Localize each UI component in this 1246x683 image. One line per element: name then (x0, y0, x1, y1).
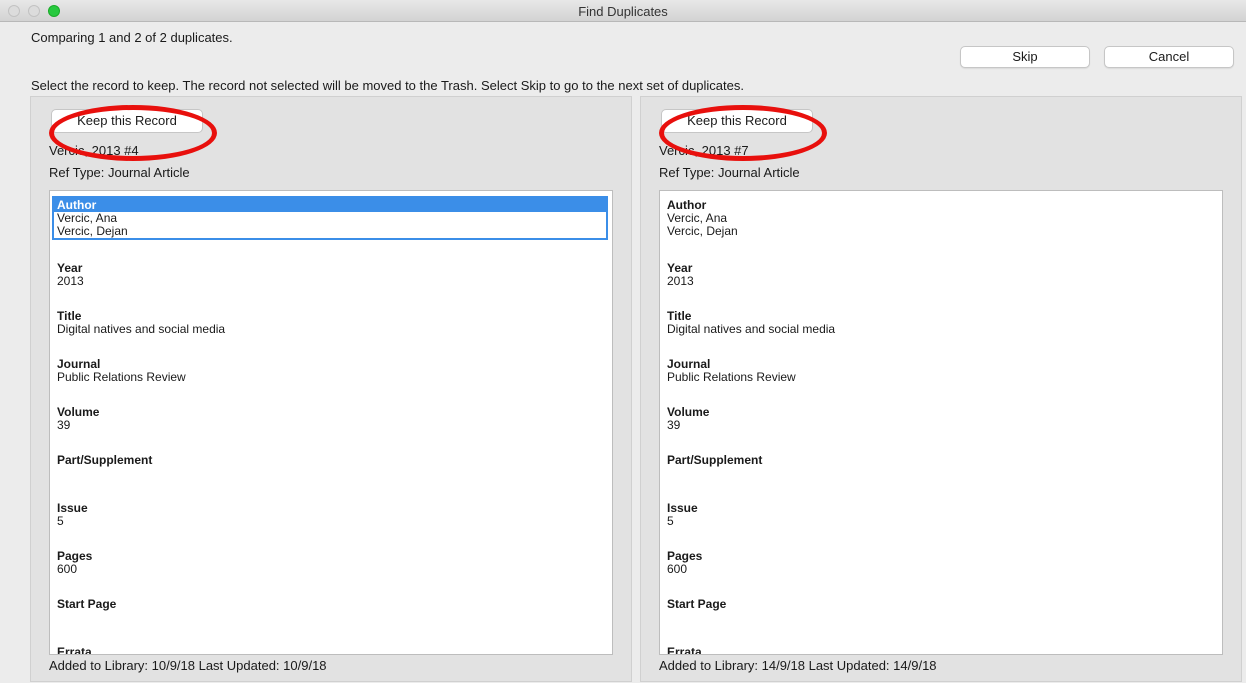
field-label: Issue (57, 501, 88, 515)
field-part-supplement[interactable]: Part/Supplement (667, 454, 1217, 467)
field-value: Vercic, Ana (667, 211, 728, 225)
field-label: Start Page (667, 597, 727, 611)
field-value: Public Relations Review (57, 370, 186, 384)
field-label: Author (54, 198, 606, 212)
field-errata[interactable]: Errata (667, 646, 1217, 655)
reference-id: Vercic, 2013 #7 (659, 143, 749, 158)
comparison-status: Comparing 1 and 2 of 2 duplicates. (31, 30, 233, 45)
field-label: Errata (57, 645, 92, 655)
field-author[interactable]: Author Vercic, Ana Vercic, Dejan (52, 196, 608, 240)
field-label: Author (667, 198, 707, 212)
field-value: Vercic, Dejan (667, 224, 738, 238)
reference-id: Vercic, 2013 #4 (49, 143, 139, 158)
field-value: 39 (667, 418, 681, 432)
field-value: 2013 (667, 274, 694, 288)
field-label: Volume (57, 405, 100, 419)
field-volume[interactable]: Volume 39 (667, 406, 1217, 432)
field-value: 39 (57, 418, 71, 432)
field-label: Start Page (57, 597, 117, 611)
field-value: 5 (667, 514, 674, 528)
field-value: Digital natives and social media (667, 322, 836, 336)
title-bar: Find Duplicates (0, 0, 1246, 22)
field-author[interactable]: Author Vercic, Ana Vercic, Dejan (667, 199, 1217, 238)
field-value: Public Relations Review (667, 370, 796, 384)
field-pages[interactable]: Pages 600 (667, 550, 1217, 576)
record-dates: Added to Library: 14/9/18 Last Updated: … (659, 658, 937, 673)
record-fields-list[interactable]: Author Vercic, Ana Vercic, Dejan Year 2013 Ti… (659, 190, 1223, 655)
record-panel-left: Keep this Record Vercic, 2013 #4 Ref Typ… (30, 96, 632, 682)
field-label: Year (667, 261, 693, 275)
record-fields-list[interactable]: Author Vercic, Ana Vercic, Dejan Year 2013 Ti… (49, 190, 613, 655)
field-value: 600 (57, 562, 78, 576)
field-start-page[interactable]: Start Page (57, 598, 607, 611)
field-issue[interactable]: Issue 5 (57, 502, 607, 528)
field-value: 600 (667, 562, 688, 576)
field-value: 5 (57, 514, 64, 528)
field-label: Issue (667, 501, 698, 515)
field-issue[interactable]: Issue 5 (667, 502, 1217, 528)
field-label: Volume (667, 405, 710, 419)
field-part-supplement[interactable]: Part/Supplement (57, 454, 607, 467)
cancel-button[interactable]: Cancel (1104, 46, 1234, 68)
reference-type: Ref Type: Journal Article (659, 165, 800, 180)
instructions-text: Select the record to keep. The record no… (31, 78, 744, 93)
field-value: Digital natives and social media (57, 322, 226, 336)
field-value: Vercic, Dejan (57, 224, 128, 238)
reference-type: Ref Type: Journal Article (49, 165, 190, 180)
field-errata[interactable]: Errata (57, 646, 607, 655)
record-dates: Added to Library: 10/9/18 Last Updated: … (49, 658, 327, 673)
field-volume[interactable]: Volume 39 (57, 406, 607, 432)
field-journal[interactable]: Journal Public Relations Review (667, 358, 1217, 384)
field-start-page[interactable]: Start Page (667, 598, 1217, 611)
keep-record-button-right[interactable]: Keep this Record (661, 109, 813, 133)
field-label: Errata (667, 645, 702, 655)
window-title: Find Duplicates (578, 4, 668, 19)
field-label: Pages (667, 549, 703, 563)
field-title[interactable]: Title Digital natives and social media (667, 310, 1217, 336)
field-pages[interactable]: Pages 600 (57, 550, 607, 576)
field-value: Vercic, Ana (57, 211, 118, 225)
field-year[interactable]: Year 2013 (667, 262, 1217, 288)
field-value: 2013 (57, 274, 84, 288)
skip-button[interactable]: Skip (960, 46, 1090, 68)
record-panel-right: Keep this Record Vercic, 2013 #7 Ref Typ… (640, 96, 1242, 682)
field-journal[interactable]: Journal Public Relations Review (57, 358, 607, 384)
field-label: Part/Supplement (667, 453, 763, 467)
field-title[interactable]: Title Digital natives and social media (57, 310, 607, 336)
field-year[interactable]: Year 2013 (57, 262, 607, 288)
field-label: Pages (57, 549, 93, 563)
keep-record-button-left[interactable]: Keep this Record (51, 109, 203, 133)
field-label: Year (57, 261, 83, 275)
field-label: Part/Supplement (57, 453, 153, 467)
